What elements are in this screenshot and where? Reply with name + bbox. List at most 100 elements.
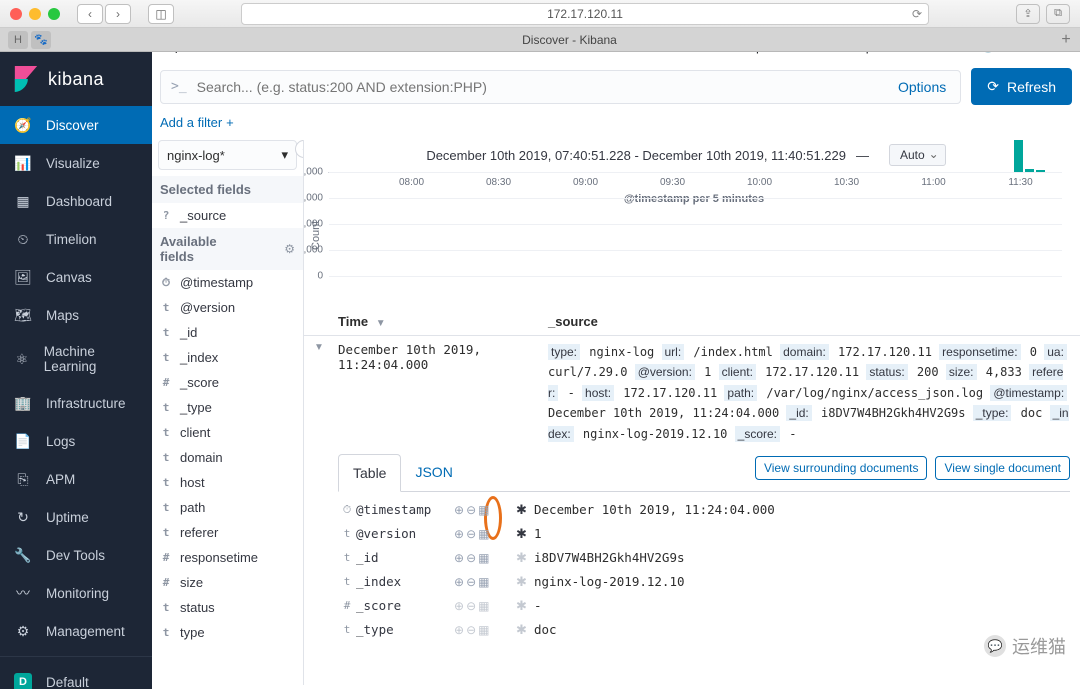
field-name: path [180,500,205,515]
star-icon[interactable]: ✱ [516,598,534,614]
window-close[interactable] [10,8,22,20]
zoom-in-icon[interactable]: ⊕ [454,599,464,613]
sidebar-toggle-icon[interactable]: ◫ [148,4,174,24]
zoom-in-icon[interactable]: ⊕ [454,527,464,541]
zoom-in-icon[interactable]: ⊕ [454,551,464,565]
view-single-link[interactable]: View single document [935,456,1070,480]
histogram-bar[interactable] [1036,170,1045,172]
column-toggle-icon[interactable]: ▦ [478,623,489,637]
zoom-in-icon[interactable]: ⊕ [454,503,464,517]
reload-icon[interactable]: ⟳ [912,7,922,21]
nav-back[interactable]: ‹ [77,4,103,24]
toolbar-open[interactable]: Open [746,52,778,54]
search-options[interactable]: Options [894,79,950,95]
field-name: @timestamp [356,502,454,517]
histogram-bar[interactable] [1014,140,1023,172]
zoom-out-icon[interactable]: ⊖ [466,599,476,613]
zoom-out-icon[interactable]: ⊖ [466,503,476,517]
histogram-chart[interactable]: 05,00010,00015,00020,000 [328,172,1062,173]
window-maximize[interactable] [48,8,60,20]
time-interval[interactable]: 12 hours [916,52,967,54]
zoom-in-icon[interactable]: ⊕ [454,623,464,637]
star-icon[interactable]: ✱ [516,622,534,638]
column-toggle-icon[interactable]: ▦ [478,575,489,589]
field--type[interactable]: t_type [152,395,303,420]
column-toggle-icon[interactable]: ▦ [478,599,489,613]
expanded-field--score: # _score ⊕ ⊖ ▦ ✱ - [338,594,1070,618]
sidebar-item-dev-tools[interactable]: 🔧Dev Tools [0,536,152,574]
favorite-1[interactable]: H [8,31,28,49]
field-host[interactable]: thost [152,470,303,495]
toolbar-save[interactable]: Save [698,52,728,54]
field-client[interactable]: tclient [152,420,303,445]
toolbar-share[interactable]: Share [796,52,831,54]
sidebar-item-machine-learning[interactable]: ⚛Machine Learning [0,334,152,384]
field--source[interactable]: ?_source [152,203,303,228]
field-type[interactable]: ttype [152,620,303,645]
nav-forward[interactable]: › [105,4,131,24]
tabs-icon[interactable]: ⧉ [1046,4,1070,24]
field-responsetime[interactable]: #responsetime [152,545,303,570]
sidebar-item-monitoring[interactable]: 〰Monitoring [0,574,152,612]
add-filter-label: Add a filter [160,115,222,130]
kibana-logo[interactable]: kibana [0,52,152,106]
view-surrounding-link[interactable]: View surrounding documents [755,456,928,480]
sidebar-item-maps[interactable]: 🗺Maps [0,296,152,334]
sidebar-item-management[interactable]: ⚙Management [0,612,152,650]
zoom-out-icon[interactable]: ⊖ [466,623,476,637]
sidebar-item-dashboard[interactable]: ▦Dashboard [0,182,152,220]
url-bar[interactable]: 172.17.120.11 ⟳ [241,3,929,25]
sidebar-item-logs[interactable]: 📄Logs [0,422,152,460]
toolbar-new[interactable]: New [654,52,680,54]
expand-row-toggle[interactable]: ▼ [314,342,338,444]
column-toggle-icon[interactable]: ▦ [478,527,489,541]
histogram-bar[interactable] [1025,169,1034,172]
field-status[interactable]: tstatus [152,595,303,620]
gear-icon[interactable]: ⚙ [284,242,295,256]
sidebar-item-discover[interactable]: 🧭Discover [0,106,152,144]
col-time-header[interactable]: Time ▼ [338,314,548,329]
field-size[interactable]: #size [152,570,303,595]
window-minimize[interactable] [29,8,41,20]
add-filter-link[interactable]: Add a filter + [160,115,234,130]
refresh-button[interactable]: ⟳ Refresh [971,68,1072,105]
toolbar-inspect[interactable]: Inspect [848,52,890,54]
sidebar-item-timelion[interactable]: ⏲Timelion [0,220,152,258]
zoom-out-icon[interactable]: ⊖ [466,527,476,541]
star-icon[interactable]: ✱ [516,502,534,518]
sidebar-item-apm[interactable]: ⎘APM [0,460,152,498]
star-icon[interactable]: ✱ [516,574,534,590]
sidebar-item-canvas[interactable]: 🖼Canvas [0,258,152,296]
star-icon[interactable]: ✱ [516,550,534,566]
sidebar-item-label: Default [46,675,89,689]
col-source-header[interactable]: _source [548,314,1070,329]
sidebar-item-default[interactable]: DDefault [0,663,152,689]
column-toggle-icon[interactable]: ▦ [478,551,489,565]
favorite-2[interactable]: 🐾 [31,31,51,49]
field--score[interactable]: #_score [152,370,303,395]
time-range[interactable]: Last 4 hours [1000,52,1072,54]
index-pattern-select[interactable]: nginx-log* ▾ [158,140,297,170]
star-icon[interactable]: ✱ [516,526,534,542]
search-input[interactable] [197,79,884,95]
field--timestamp[interactable]: ⏱@timestamp [152,270,303,295]
field--version[interactable]: t@version [152,295,303,320]
zoom-out-icon[interactable]: ⊖ [466,551,476,565]
tab-table[interactable]: Table [338,454,401,492]
zoom-out-icon[interactable]: ⊖ [466,575,476,589]
field--index[interactable]: t_index [152,345,303,370]
share-icon[interactable]: ⇪ [1016,4,1040,24]
search-input-wrap[interactable]: >_ Options [160,70,961,104]
zoom-in-icon[interactable]: ⊕ [454,575,464,589]
field-domain[interactable]: tdomain [152,445,303,470]
sidebar-item-uptime[interactable]: ↻Uptime [0,498,152,536]
column-toggle-icon[interactable]: ▦ [478,503,489,517]
field-path[interactable]: tpath [152,495,303,520]
interval-select[interactable]: Auto [889,144,946,166]
field-referer[interactable]: treferer [152,520,303,545]
sidebar-item-visualize[interactable]: 📊Visualize [0,144,152,182]
new-tab-button[interactable]: + [1056,31,1076,49]
tab-json[interactable]: JSON [401,454,466,490]
field--id[interactable]: t_id [152,320,303,345]
sidebar-item-infrastructure[interactable]: 🏢Infrastructure [0,384,152,422]
